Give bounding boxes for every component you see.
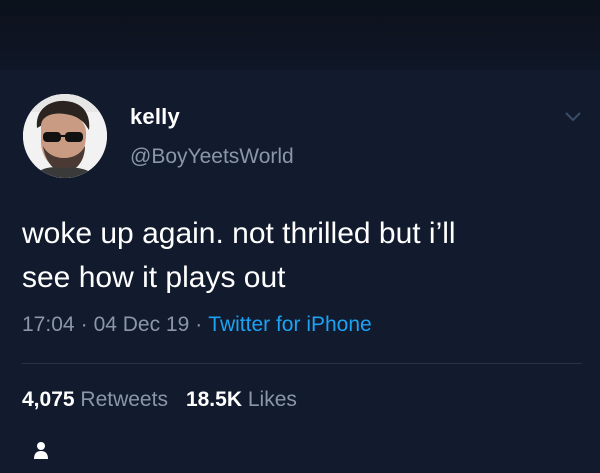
likes-label: Likes [247, 388, 297, 411]
tweet-stats: 4,075 Retweets 18.5K Likes [22, 388, 297, 412]
author-handle[interactable]: @BoyYeetsWorld [130, 145, 294, 169]
meta-separator: · [80, 313, 88, 336]
tweet-text: woke up again. not thrilled but i’ll see… [22, 217, 456, 294]
retweets-stat[interactable]: 4,075 Retweets [22, 388, 168, 411]
likes-count: 18.5K [185, 388, 242, 411]
meta-separator: · [195, 313, 203, 336]
chevron-down-icon[interactable] [563, 110, 583, 124]
tweet-date: 04 Dec 19 [93, 313, 190, 336]
avatar[interactable] [23, 94, 107, 178]
tweet-time: 17:04 [22, 313, 75, 336]
user-icon[interactable] [33, 441, 49, 459]
author-name[interactable]: kelly [130, 104, 180, 130]
retweets-count: 4,075 [22, 388, 75, 411]
divider [22, 363, 582, 364]
tweet-source-link[interactable]: Twitter for iPhone [208, 313, 371, 336]
screen: kelly @BoyYeetsWorld woke up again. not … [0, 0, 600, 473]
tweet-meta: 17:04 · 04 Dec 19 · Twitter for iPhone [22, 313, 372, 337]
avatar-image [23, 94, 107, 178]
likes-stat[interactable]: 18.5K Likes [186, 388, 297, 411]
retweets-label: Retweets [80, 388, 168, 411]
